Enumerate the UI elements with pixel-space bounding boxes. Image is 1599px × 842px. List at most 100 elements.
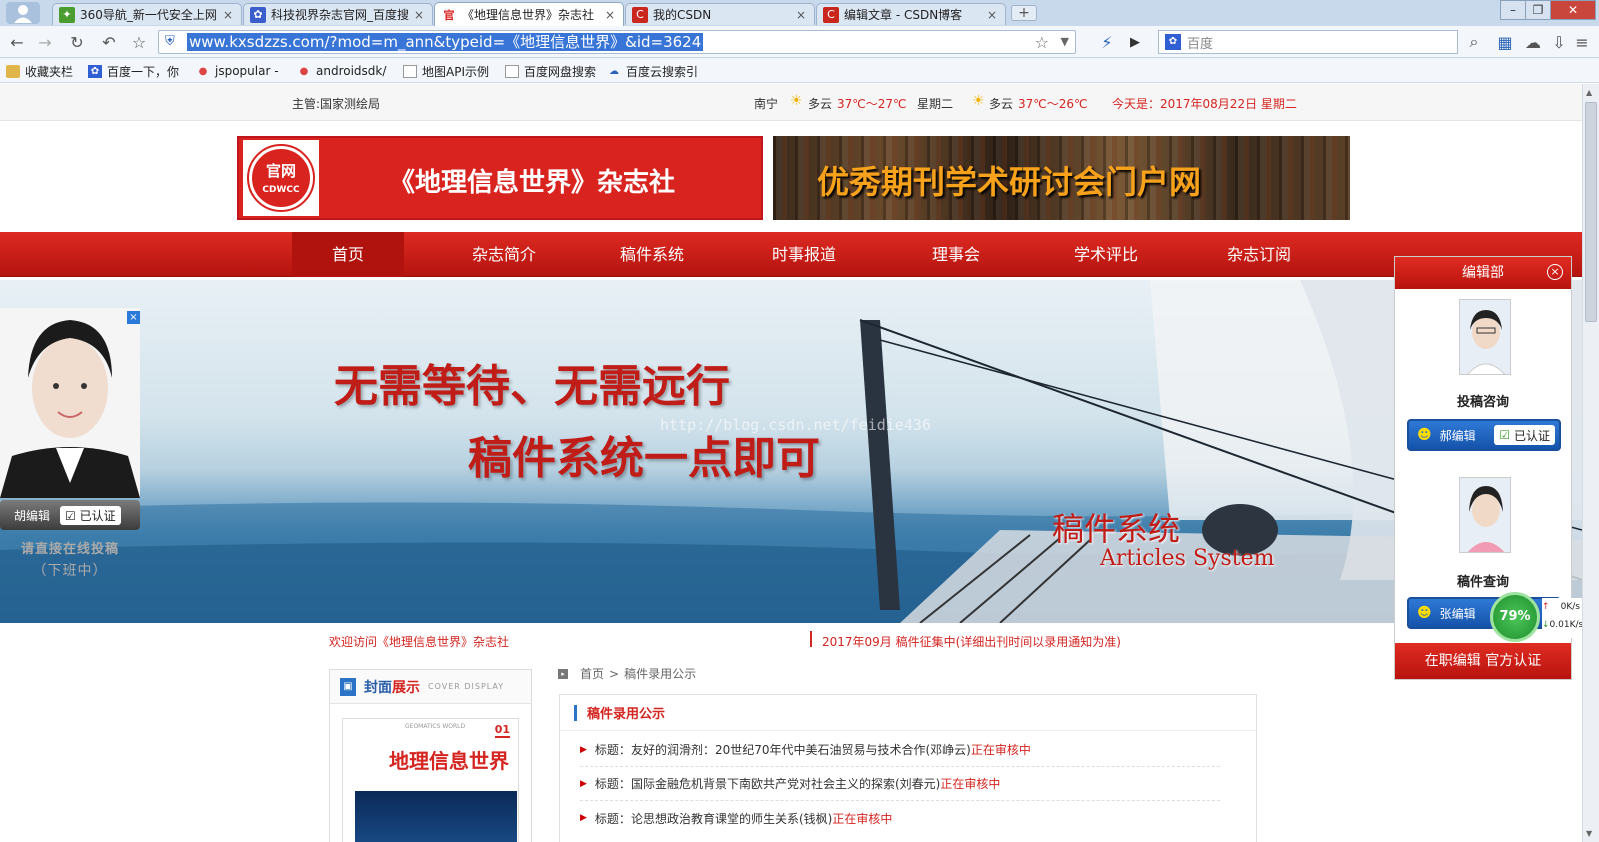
address-toolbar: ← → ↻ ↶ ☆ ⛨ www.kxsdzzs.com/?mod=m_ann&t… <box>0 26 1599 58</box>
list-header: 稿件录用公示 <box>560 695 1256 731</box>
menu-subscribe[interactable]: 杂志订阅 <box>1203 232 1315 277</box>
download-arrow-icon: ↓ <box>1542 620 1550 630</box>
lightning-icon[interactable]: ⚡ <box>1096 31 1118 53</box>
logo-title: 《地理信息世界》杂志社 <box>389 168 676 198</box>
editor-photo[interactable] <box>0 308 140 498</box>
banner-sys-en: Articles System <box>1100 546 1275 571</box>
bookmark-androidsdk[interactable]: ● androidsdk/ <box>297 62 387 80</box>
bookmark-label: androidsdk/ <box>316 64 387 78</box>
tab-title: 我的CSDN <box>653 8 712 22</box>
list-item[interactable]: ▶ 标题： 论思想政治教育课堂的师生关系(钱枫) 正在审核中 <box>580 801 1220 835</box>
tab-dlxxsj[interactable]: 官 《地理信息世界》杂志社 × <box>434 2 624 26</box>
magazine-issue: 01 <box>494 723 510 738</box>
search-input[interactable]: ✿ 百度 <box>1158 30 1458 54</box>
close-window-button[interactable]: ✕ <box>1550 0 1596 20</box>
close-icon[interactable]: × <box>1547 264 1563 280</box>
tab-csdn-edit[interactable]: C 编辑文章 - CSDN博客 × <box>816 3 1006 25</box>
page-icon <box>403 64 417 78</box>
list-item[interactable]: ▶ 标题： 友好的润滑剂：20世纪70年代中美石油贸易与技术合作(邓峥云) 正在… <box>580 733 1220 767</box>
bookmark-jspopular[interactable]: ● jspopular - <box>196 62 279 80</box>
accepted-list-box: 稿件录用公示 ▶ 标题： 友好的润滑剂：20世纪70年代中美石油贸易与技术合作(… <box>559 694 1257 842</box>
minimize-button[interactable]: – <box>1500 0 1526 20</box>
star-icon[interactable]: ☆ <box>128 31 150 53</box>
apps-icon[interactable]: ▦ <box>1494 31 1516 53</box>
close-icon[interactable]: × <box>127 311 140 324</box>
main-menu: 首页 杂志简介 稿件系统 时事报道 理事会 学术评比 杂志订阅 <box>0 232 1582 277</box>
bookmark-yun-search[interactable]: ☁ 百度云搜索引 <box>607 62 698 80</box>
page-scrollbar[interactable]: ▲ ▼ <box>1582 84 1599 842</box>
hint-line1: 请直接在线投稿 <box>20 542 119 557</box>
reload-icon[interactable]: ↻ <box>66 31 88 53</box>
cloud-icon[interactable]: ☁ <box>1522 31 1544 53</box>
menu-icon[interactable]: ≡ <box>1572 31 1592 53</box>
menu-home[interactable]: 首页 <box>292 232 404 277</box>
site-logo-banner[interactable]: 官网 CDWCC 《地理信息世界》杂志社 <box>237 136 763 220</box>
verified-badge: ☑ 已认证 <box>1494 425 1555 445</box>
breadcrumb-home[interactable]: 首页 <box>580 665 604 682</box>
tab-title: 360导航_新一代安全上网 <box>80 8 217 22</box>
forward-icon[interactable]: → <box>34 31 56 53</box>
close-icon[interactable]: × <box>223 8 233 22</box>
scroll-down-icon[interactable]: ▼ <box>1586 829 1592 838</box>
menu-council[interactable]: 理事会 <box>900 232 1012 277</box>
magazine-cover-image[interactable]: GEOMATICS WORLD 01 地理信息世界 <box>342 718 519 842</box>
bookmarks-bar: 收藏夹栏 ✿ 百度一下，你 ● jspopular - ● androidsdk/ 地… <box>0 58 1599 83</box>
scrollbar-thumb[interactable] <box>1585 102 1597 322</box>
bookmark-label: 地图API示例 <box>422 64 489 79</box>
url-input[interactable]: ⛨ www.kxsdzzs.com/?mod=m_ann&typeid=《地理信… <box>158 30 1076 54</box>
bookmark-favorites[interactable]: 收藏夹栏 <box>6 62 73 80</box>
undo-icon[interactable]: ↶ <box>98 31 120 53</box>
item-title[interactable]: 国际金融危机背景下南欧共产党对社会主义的探索(刘春元) <box>631 775 940 792</box>
item-label: 标题： <box>594 743 631 757</box>
logo-badge: 官网 CDWCC <box>243 140 319 216</box>
speed-gauge[interactable]: 79% <box>1490 592 1540 642</box>
qq-chat-button-hao[interactable]: ☻ 郝编辑 ☑ 已认证 <box>1407 419 1561 451</box>
menu-about[interactable]: 杂志简介 <box>448 232 560 277</box>
bookmark-baidu[interactable]: ✿ 百度一下，你 <box>88 62 179 80</box>
list-title: 稿件录用公示 <box>587 707 666 722</box>
tab-360-nav[interactable]: ✦ 360导航_新一代安全上网 × <box>52 3 242 25</box>
notice-marquee[interactable]: 2017年09月 稿件征集中(详细出刊时间以录用通知为准) <box>822 633 1121 650</box>
tab-my-csdn[interactable]: C 我的CSDN × <box>625 3 815 25</box>
verified-badge: ☑ 已认证 <box>60 505 121 525</box>
tab-kxsj[interactable]: ✿ 科技视界杂志官网_百度搜 × <box>243 3 433 25</box>
download-icon[interactable]: ⇩ <box>1548 31 1570 53</box>
cover-title-a: 封面 <box>364 679 392 696</box>
menu-manuscript[interactable]: 稿件系统 <box>596 232 708 277</box>
360-icon: ✦ <box>59 6 75 23</box>
list-item[interactable]: ▶ 标题： 国际金融危机背景下南欧共产党对社会主义的探索(刘春元) 正在审核中 <box>580 767 1220 801</box>
logo-badge-text: 官网 <box>265 162 296 180</box>
back-icon[interactable]: ← <box>6 31 28 53</box>
close-icon[interactable]: × <box>605 8 615 22</box>
search-icon[interactable]: ⌕ <box>1463 31 1485 53</box>
close-icon[interactable]: × <box>987 8 997 22</box>
item-title[interactable]: 友好的润滑剂：20世纪70年代中美石油贸易与技术合作(邓峥云) <box>631 741 971 758</box>
bookmark-label: 百度云搜索引 <box>626 64 699 79</box>
user-avatar-icon[interactable] <box>6 2 40 24</box>
item-status: 正在审核中 <box>940 777 1001 791</box>
bookmark-map-api[interactable]: 地图API示例 <box>403 62 489 80</box>
close-icon[interactable]: × <box>796 8 806 22</box>
chevron-down-icon[interactable]: ▼ <box>1061 35 1069 48</box>
item-title[interactable]: 论思想政治教育课堂的师生关系(钱枫) <box>631 810 832 827</box>
csdn-icon: C <box>823 6 839 23</box>
scroll-up-icon[interactable]: ▲ <box>1586 88 1592 97</box>
bookmark-pan-search[interactable]: 百度网盘搜索 <box>505 62 596 80</box>
menu-news[interactable]: 时事报道 <box>748 232 860 277</box>
bookmark-star-icon[interactable]: ☆ <box>1035 33 1049 52</box>
item-label: 标题： <box>594 811 631 826</box>
maximize-button[interactable]: ❐ <box>1525 0 1551 20</box>
download-speed: 0.01K/s <box>1549 620 1584 630</box>
person2-role: 稿件查询 <box>1456 575 1509 590</box>
editor-chat-button[interactable]: 胡编辑 ☑ 已认证 <box>0 500 140 530</box>
new-tab-button[interactable]: + <box>1011 5 1037 21</box>
today-date: 今天是：2017年08月22日 星期二 <box>1112 97 1297 111</box>
menu-awards[interactable]: 学术评比 <box>1050 232 1162 277</box>
weather-tomorrow-cond: 多云 <box>989 97 1014 111</box>
folder-icon <box>6 64 20 78</box>
close-icon[interactable]: × <box>414 8 424 22</box>
cover-title-en: COVER DISPLAY <box>428 682 505 691</box>
portal-banner[interactable]: 优秀期刊学术研讨会门户网 <box>773 136 1350 220</box>
weather-today-temp: 37℃～27℃ <box>837 97 907 111</box>
play-icon[interactable]: ▶ <box>1124 31 1146 53</box>
